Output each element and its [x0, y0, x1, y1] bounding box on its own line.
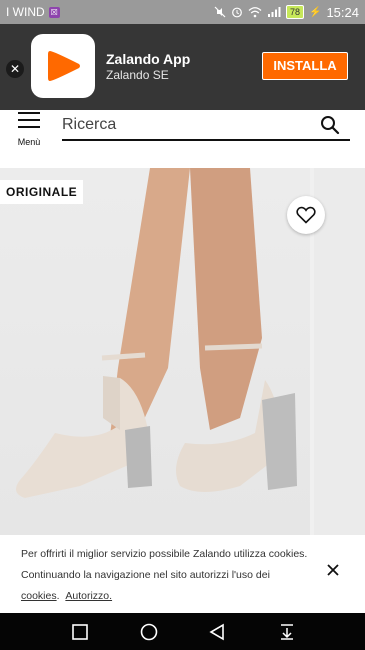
menu-button[interactable]: Menù	[14, 110, 44, 154]
cookie-banner: Per offrirti il miglior servizio possibi…	[0, 535, 365, 613]
original-badge: ORIGINALE	[0, 180, 84, 204]
app-install-banner: ✕ Zalando App Zalando SE INSTALLA	[0, 24, 365, 110]
status-bar: I WIND ☒ 78 ⚡ 15:24	[0, 0, 365, 24]
wifi-icon	[248, 7, 262, 18]
close-icon	[327, 564, 339, 576]
carrier-name: I WIND	[6, 5, 45, 19]
cookie-close-button[interactable]	[324, 562, 342, 580]
recents-button[interactable]	[70, 622, 90, 642]
wishlist-button[interactable]	[287, 196, 325, 234]
search-icon[interactable]	[320, 115, 340, 135]
cookie-separator: .	[56, 590, 60, 602]
cookie-message: Per offrirti il miglior servizio possibi…	[21, 548, 308, 581]
search-bar	[62, 112, 350, 141]
close-icon: ✕	[9, 62, 21, 76]
notification-drawer-button[interactable]	[277, 622, 297, 642]
cookie-text: Per offrirti il miglior servizio possibi…	[21, 544, 313, 607]
alarm-icon	[232, 7, 242, 18]
screen: I WIND ☒ 78 ⚡ 15:24 ✕ Zalando App Zaland…	[0, 0, 365, 650]
square-icon	[72, 624, 88, 640]
heart-icon	[296, 206, 316, 224]
home-button[interactable]	[139, 622, 159, 642]
site-header: Menù	[0, 110, 365, 160]
product-image[interactable]	[0, 168, 310, 535]
back-button[interactable]	[208, 622, 228, 642]
charging-icon: ⚡	[309, 6, 322, 18]
circle-icon	[140, 623, 158, 641]
battery-icon: 78	[285, 5, 304, 19]
notification-icon: ☒	[48, 6, 60, 18]
zalando-logo-icon	[48, 51, 80, 81]
authorize-link[interactable]: Autorizzo.	[65, 590, 112, 602]
triangle-back-icon	[209, 623, 224, 641]
carrier-group: I WIND ☒	[6, 5, 60, 19]
app-name: Zalando App	[106, 51, 191, 67]
install-button[interactable]: INSTALLA	[262, 52, 348, 80]
download-icon	[281, 624, 293, 640]
clock: 15:24	[326, 4, 359, 20]
menu-label: Menù	[17, 137, 41, 147]
product-gallery[interactable]: ORIGINALE	[0, 168, 365, 535]
app-publisher: Zalando SE	[106, 68, 169, 82]
zalando-app-icon	[31, 34, 95, 98]
sandals-illustration	[16, 168, 297, 498]
hamburger-icon	[18, 112, 40, 129]
search-input[interactable]	[62, 112, 312, 138]
mute-icon	[214, 6, 226, 18]
cookies-link[interactable]: cookies	[21, 590, 57, 602]
system-navigation-bar	[0, 613, 365, 650]
status-icons: 78 ⚡ 15:24	[214, 5, 359, 20]
close-banner-button[interactable]: ✕	[6, 60, 24, 78]
app-info: Zalando App Zalando SE	[106, 51, 190, 82]
signal-icon	[267, 7, 281, 17]
